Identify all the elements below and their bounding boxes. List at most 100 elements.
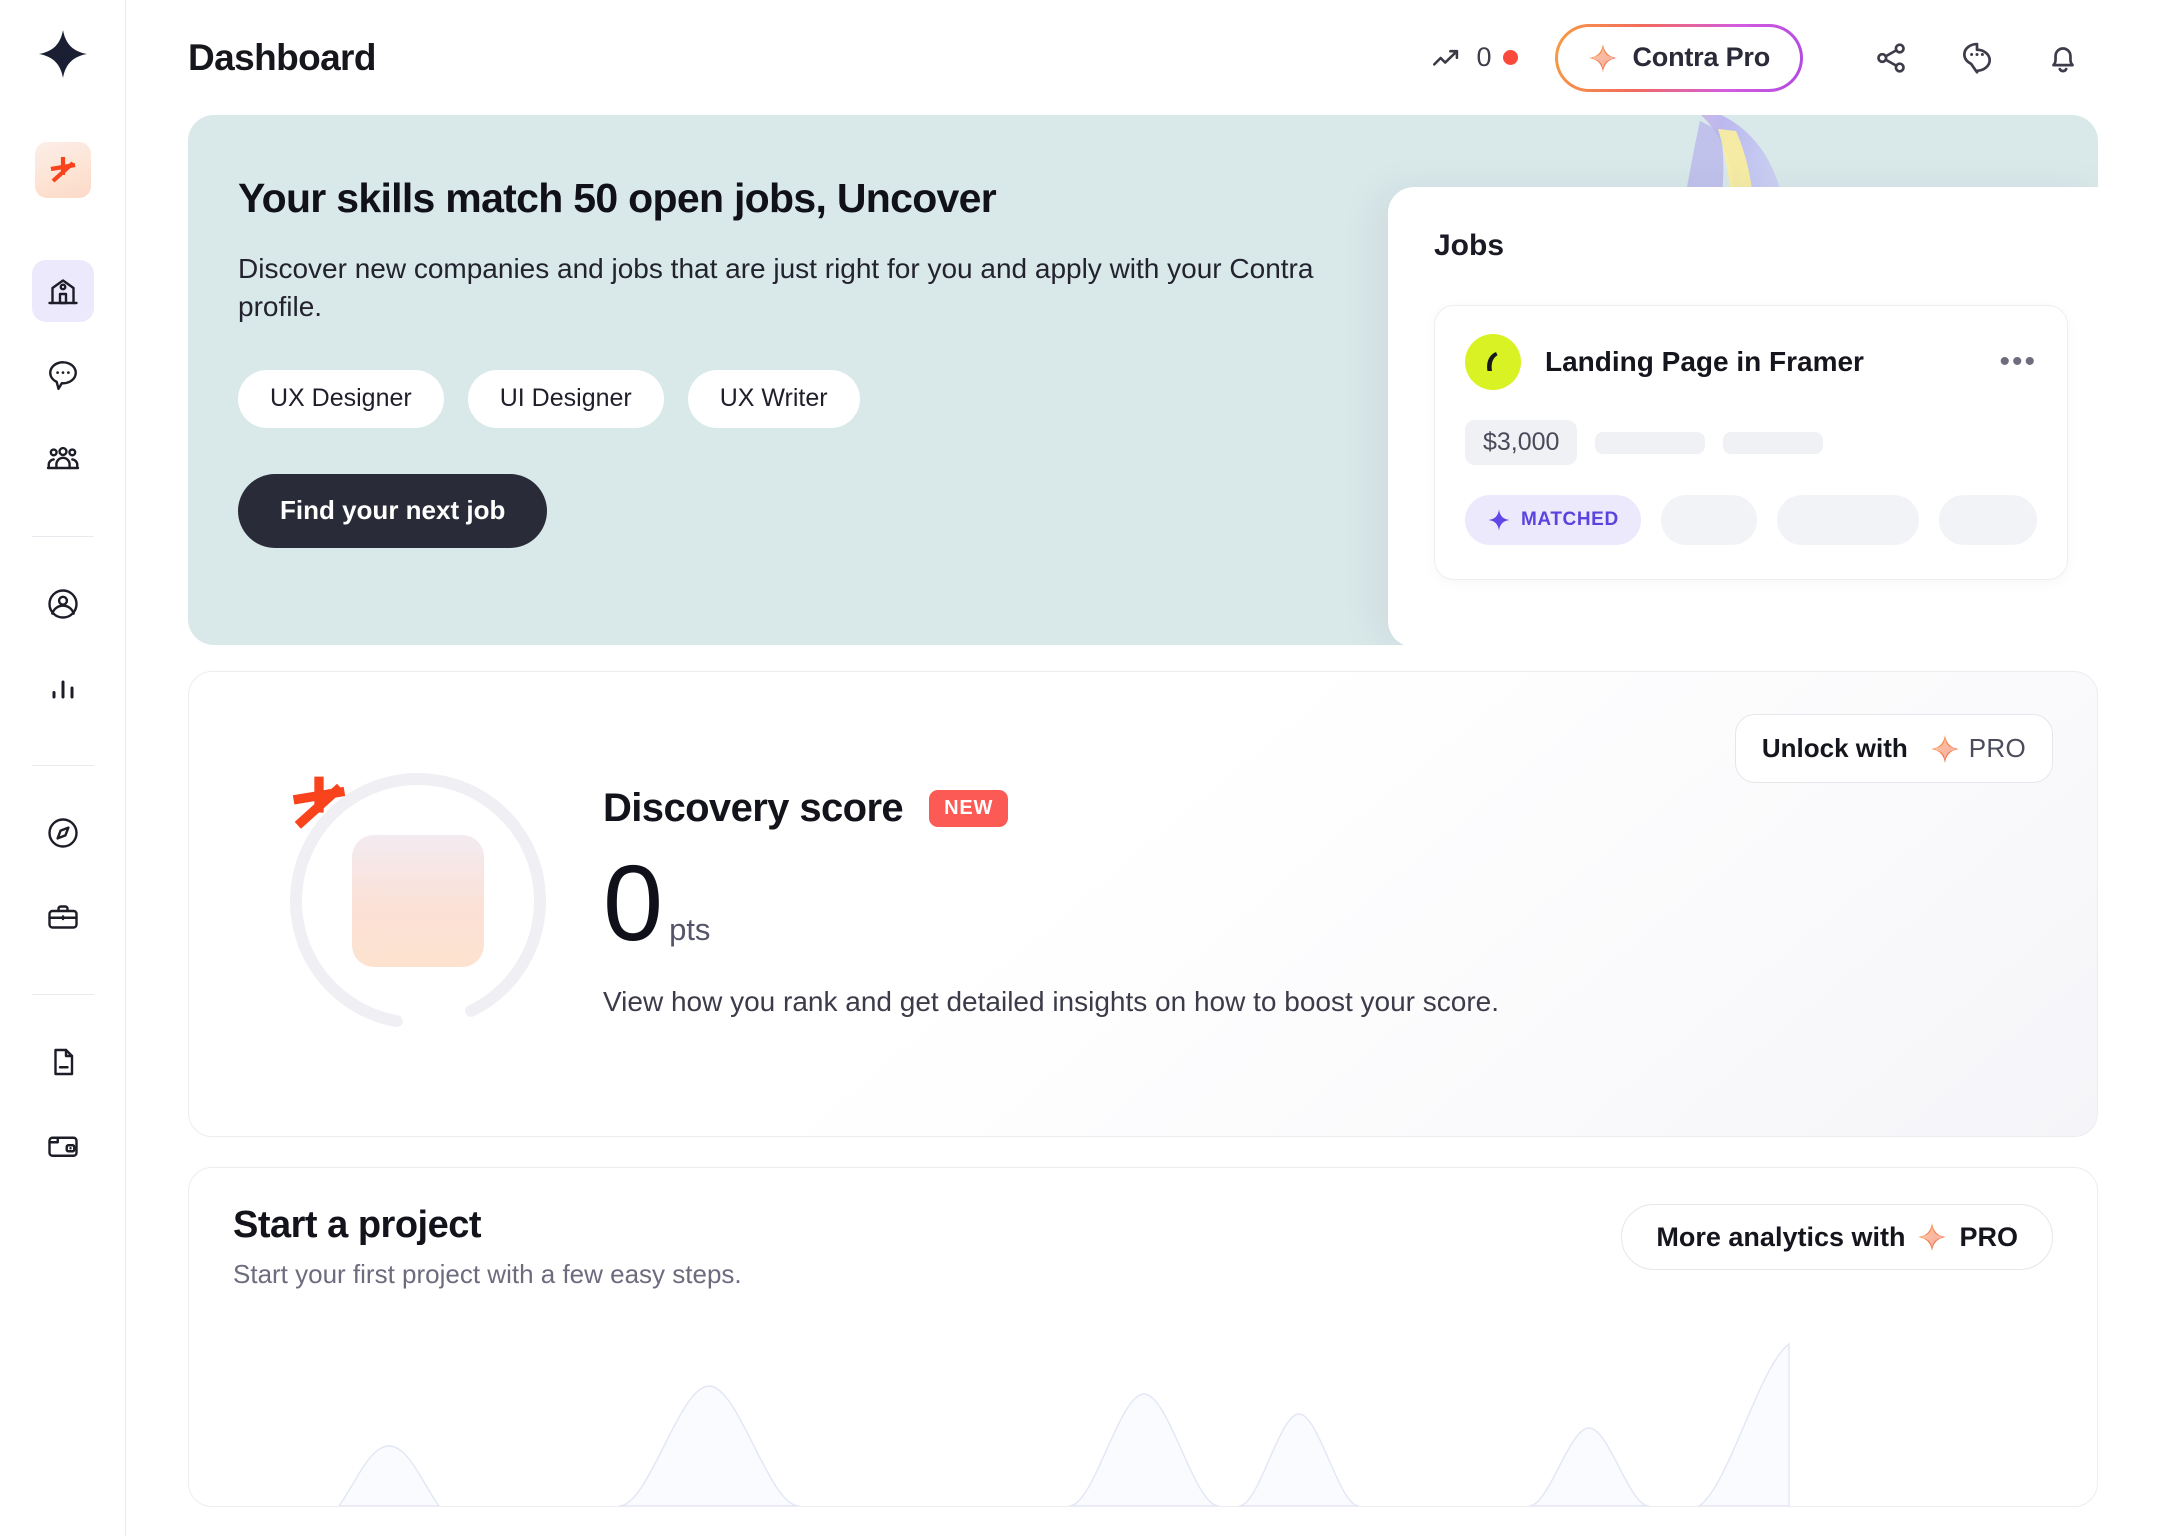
more-analytics-label: More analytics with — [1656, 1221, 1906, 1252]
user-circle-icon — [47, 589, 78, 619]
unlock-with-pro-button[interactable]: Unlock with PRO — [1734, 714, 2053, 783]
pro-sparkle-icon — [1589, 43, 1618, 72]
find-next-job-button[interactable]: Find your next job — [238, 473, 548, 548]
hero-copy: Your skills match 50 open jobs, Uncover … — [188, 115, 1488, 645]
matched-star-icon — [1488, 509, 1510, 531]
discovery-score-card: Discovery score NEW 0 pts View how you r… — [188, 671, 2098, 1137]
role-chip[interactable]: UX Designer — [238, 369, 444, 428]
job-price: $3,000 — [1465, 420, 1578, 465]
pro-sparkle-icon — [1930, 734, 1959, 763]
share-icon — [1877, 42, 1905, 73]
hero-subtitle: Discover new companies and jobs that are… — [238, 253, 1314, 322]
home-icon — [47, 279, 78, 305]
contra-star-logo-icon — [38, 30, 87, 78]
skeleton-placeholder — [1723, 431, 1824, 454]
sidebar-item-opportunities[interactable] — [32, 886, 94, 948]
compass-icon — [47, 818, 78, 848]
background-peaks-graphic — [338, 1342, 1790, 1506]
sidebar-item-messages[interactable] — [32, 344, 94, 406]
status-dot — [1503, 50, 1519, 65]
notifications-button[interactable] — [2032, 27, 2094, 89]
sidebar-item-profile[interactable] — [32, 573, 94, 635]
sidebar-item-discover[interactable] — [32, 802, 94, 864]
framer-logo-avatar-icon — [1465, 334, 1521, 390]
hero-title: Your skills match 50 open jobs, Uncover — [238, 175, 997, 221]
job-card-header: Landing Page in Framer ••• — [1465, 334, 2037, 390]
sidebar-item-home[interactable] — [31, 260, 94, 322]
pro-sparkle-icon — [1918, 1222, 1947, 1252]
contra-pro-button[interactable]: Contra Pro — [1536, 4, 1822, 111]
job-meta-row: $3,000 — [1465, 420, 2037, 465]
sidebar-item-teams[interactable] — [32, 428, 94, 490]
sidebar-group-discover — [32, 802, 94, 970]
skeleton-placeholder — [1777, 495, 1919, 545]
discovery-score-row: 0 pts — [603, 849, 1735, 957]
chat-bubble-icon — [48, 361, 77, 390]
role-chip[interactable]: UI Designer — [467, 369, 664, 428]
unlock-label: Unlock with — [1761, 733, 1908, 764]
framer-mark-icon — [1487, 352, 1498, 371]
main-area: Dashboard 0 Contra Pro Your skills match… — [126, 0, 2160, 1536]
content-scroll: Your skills match 50 open jobs, Uncover … — [126, 115, 2160, 1536]
trending-up-icon — [1433, 49, 1459, 66]
matched-label: MATCHED — [1521, 509, 1619, 530]
job-card[interactable]: Landing Page in Framer ••• $3,000 MATCHE… — [1434, 305, 2068, 580]
discovery-heading-row: Discovery score NEW — [603, 786, 1735, 831]
jobs-hero-banner: Your skills match 50 open jobs, Uncover … — [188, 115, 2098, 645]
pro-tag: PRO — [1930, 733, 2026, 764]
contra-asterisk-avatar-icon — [50, 157, 75, 183]
sidebar-item-wallet[interactable] — [32, 1115, 94, 1177]
matched-badge: MATCHED — [1465, 495, 1641, 545]
sidebar-divider-1 — [31, 536, 94, 537]
document-icon — [53, 1048, 73, 1076]
skeleton-placeholder — [1660, 495, 1758, 545]
sidebar-avatar[interactable] — [34, 142, 91, 198]
role-chip[interactable]: UX Writer — [687, 369, 860, 428]
app-root: Dashboard 0 Contra Pro Your skills match… — [0, 0, 2160, 1536]
job-title: Landing Page in Framer — [1545, 346, 1864, 377]
sidebar-group-profile — [32, 573, 94, 741]
briefcase-icon — [47, 905, 78, 929]
share-button[interactable] — [1860, 27, 1922, 89]
more-horizontal-icon[interactable]: ••• — [1999, 347, 2037, 377]
sidebar-item-invoices[interactable] — [32, 1031, 94, 1093]
chat-bubble-icon — [1962, 42, 1992, 74]
bell-icon — [2052, 46, 2074, 72]
start-project-subtitle: Start your first project with a few easy… — [233, 1259, 742, 1289]
skeleton-placeholder — [1595, 431, 1706, 454]
discovery-title: Discovery score — [603, 786, 904, 831]
skeleton-placeholder — [1939, 495, 2037, 545]
hero-role-chips: UX Designer UI Designer UX Writer — [238, 369, 1488, 428]
jobs-panel-title: Jobs — [1434, 229, 1505, 262]
topbar-actions: 0 Contra Pro — [1430, 4, 2094, 111]
page-title: Dashboard — [188, 36, 376, 78]
support-chat-button[interactable] — [1946, 27, 2008, 89]
sidebar-item-analytics[interactable] — [32, 657, 94, 719]
contra-pro-label: Contra Pro — [1632, 42, 1770, 72]
pro-text: PRO — [1959, 1221, 2018, 1252]
sidebar-divider-2 — [31, 765, 94, 766]
sidebar-group-primary — [31, 260, 94, 512]
jobs-panel: Jobs Landing Page in Framer ••• $3,000 M… — [1388, 187, 2098, 645]
contra-asterisk-icon — [292, 776, 346, 829]
brand-logo[interactable] — [35, 26, 91, 82]
bar-chart-icon — [52, 680, 73, 699]
start-project-header: Start a project Start your first project… — [189, 1168, 2097, 1290]
trend-stat[interactable]: 0 — [1430, 41, 1519, 75]
discovery-score-unit: pts — [669, 912, 711, 948]
sidebar-divider-3 — [31, 994, 94, 995]
people-group-icon — [46, 446, 79, 470]
sidebar — [0, 0, 126, 1536]
discovery-description: View how you rank and get detailed insig… — [603, 986, 1500, 1018]
start-project-title: Start a project — [233, 1204, 482, 1246]
start-project-copy: Start a project Start your first project… — [233, 1204, 742, 1290]
topbar: Dashboard 0 Contra Pro — [126, 0, 2160, 115]
discovery-score-value: 0 — [603, 842, 663, 964]
new-badge: NEW — [929, 790, 1009, 828]
discovery-ring-wrap — [233, 766, 603, 1036]
discovery-body: Discovery score NEW 0 pts View how you r… — [603, 780, 1735, 1022]
more-analytics-button[interactable]: More analytics with PRO — [1621, 1204, 2053, 1270]
discovery-progress-ring — [283, 766, 553, 1036]
pro-text: PRO — [1968, 733, 2026, 763]
trend-value: 0 — [1476, 42, 1492, 72]
